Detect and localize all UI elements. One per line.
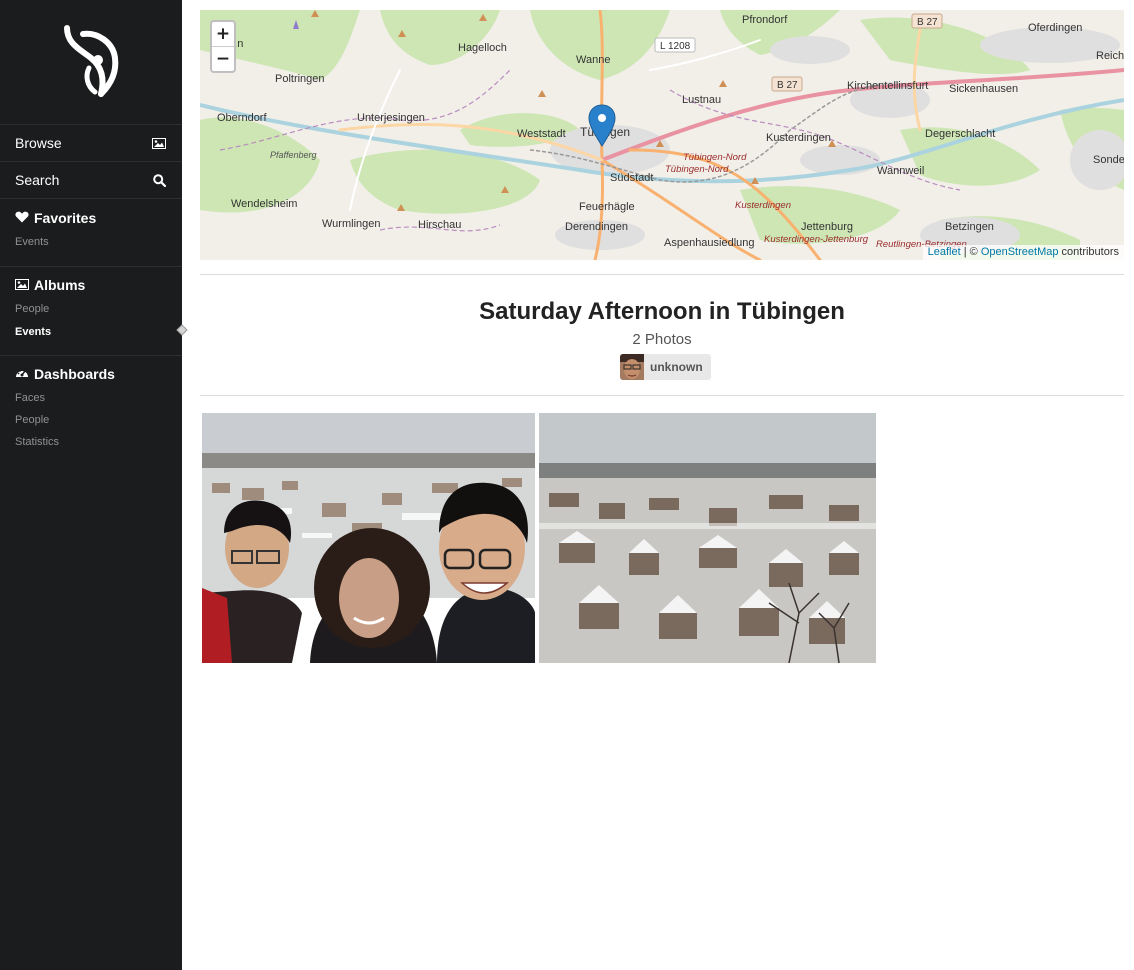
dashboards-section: Dashboards Faces People Statistics — [0, 355, 182, 465]
nav-browse-label: Browse — [15, 135, 62, 151]
svg-text:Oberndorf: Oberndorf — [217, 112, 267, 124]
zoom-in-button[interactable]: + — [212, 22, 234, 46]
dashboards-faces-link[interactable]: Faces — [15, 392, 45, 404]
photo-image — [539, 413, 876, 663]
svg-text:Wendelsheim: Wendelsheim — [231, 198, 297, 210]
svg-text:B 27: B 27 — [917, 17, 938, 28]
svg-text:Sickenhausen: Sickenhausen — [949, 83, 1018, 95]
svg-text:Weststadt: Weststadt — [517, 128, 566, 140]
svg-text:Kusterdingen: Kusterdingen — [735, 200, 791, 211]
svg-text:Hagelloch: Hagelloch — [458, 42, 507, 54]
sidebar: Browse Search Favorites Events Albums Pe… — [0, 0, 188, 970]
dashboards-header[interactable]: Dashboards — [15, 366, 115, 382]
app-logo[interactable] — [0, 0, 182, 124]
dashboards-label: Dashboards — [34, 366, 115, 382]
search-icon — [153, 173, 166, 187]
person-chip[interactable]: unknown — [620, 354, 711, 380]
divider — [200, 395, 1124, 396]
svg-text:Jettenburg: Jettenburg — [801, 221, 853, 233]
svg-text:Reich: Reich — [1096, 50, 1124, 62]
albums-header[interactable]: Albums — [15, 277, 85, 293]
svg-text:Südstadt: Südstadt — [610, 172, 653, 184]
albums-events-link[interactable]: Events — [15, 326, 51, 338]
image-icon — [15, 277, 29, 293]
svg-text:Lustnau: Lustnau — [682, 94, 721, 106]
dashboards-statistics-link[interactable]: Statistics — [15, 436, 59, 448]
svg-text:Betzingen: Betzingen — [945, 221, 994, 233]
heart-icon — [15, 210, 29, 226]
photo-thumbnail[interactable] — [202, 413, 535, 663]
osm-link[interactable]: OpenStreetMap — [981, 246, 1059, 258]
svg-text:Degerschlacht: Degerschlacht — [925, 128, 995, 140]
photo-count: 2 Photos — [632, 331, 692, 348]
person-name: unknown — [650, 360, 703, 374]
nav-search[interactable]: Search — [0, 161, 182, 198]
map[interactable]: Re...n Pfrondorf Oferdingen Reich Hagell… — [200, 10, 1124, 260]
zoom-out-button[interactable]: − — [212, 46, 234, 70]
app-logo-icon — [64, 25, 119, 97]
nav-browse[interactable]: Browse — [0, 124, 182, 161]
favorites-events-link[interactable]: Events — [15, 236, 49, 248]
svg-text:Kusterdingen: Kusterdingen — [766, 132, 831, 144]
svg-text:Wanne: Wanne — [576, 54, 610, 66]
svg-text:Oferdingen: Oferdingen — [1028, 22, 1082, 34]
attribution-separator: | © — [960, 246, 981, 258]
svg-text:Pfrondorf: Pfrondorf — [742, 14, 788, 26]
favorites-section: Favorites Events — [0, 198, 182, 266]
svg-text:Wurmlingen: Wurmlingen — [322, 218, 381, 230]
svg-text:B 27: B 27 — [777, 80, 798, 91]
albums-label: Albums — [34, 277, 86, 293]
map-zoom-control: + − — [210, 20, 236, 73]
svg-text:Kirchentellinsfurt: Kirchentellinsfurt — [847, 80, 928, 92]
svg-text:L 1208: L 1208 — [660, 41, 691, 52]
svg-text:Tübingen-Nord: Tübingen-Nord — [665, 164, 729, 175]
album-title: Saturday Afternoon in Tübingen — [479, 298, 845, 325]
svg-text:Derendingen: Derendingen — [565, 221, 628, 233]
map-tiles: Re...n Pfrondorf Oferdingen Reich Hagell… — [200, 10, 1124, 260]
image-icon — [152, 137, 166, 149]
svg-text:Poltringen: Poltringen — [275, 73, 325, 85]
svg-text:Tübingen-Nord: Tübingen-Nord — [683, 152, 747, 163]
leaflet-link[interactable]: Leaflet — [928, 246, 961, 258]
svg-text:Unterjesingen: Unterjesingen — [357, 112, 425, 124]
svg-text:Sonde: Sonde — [1093, 154, 1124, 166]
svg-text:Feuerhägle: Feuerhägle — [579, 201, 635, 213]
svg-text:Kusterdingen-Jettenburg: Kusterdingen-Jettenburg — [764, 234, 869, 245]
svg-text:Hirschau: Hirschau — [418, 219, 461, 231]
nav-search-label: Search — [15, 172, 60, 188]
map-attribution: Leaflet | © OpenStreetMap contributors — [922, 245, 1124, 260]
avatar — [620, 354, 644, 380]
albums-section: Albums People Events — [0, 266, 182, 355]
svg-text:Aspenhausiedlung: Aspenhausiedlung — [664, 237, 755, 249]
dashboard-icon — [15, 366, 29, 382]
albums-people-link[interactable]: People — [15, 303, 49, 315]
svg-text:Wannweil: Wannweil — [877, 165, 924, 177]
favorites-header[interactable]: Favorites — [15, 210, 96, 226]
favorites-label: Favorites — [34, 210, 97, 226]
divider — [200, 274, 1124, 275]
photo-thumbnail[interactable] — [539, 413, 876, 663]
dashboards-people-link[interactable]: People — [15, 414, 49, 426]
attribution-suffix: contributors — [1058, 246, 1119, 258]
photo-image — [202, 413, 535, 663]
svg-text:Pfaffenberg: Pfaffenberg — [270, 150, 317, 160]
